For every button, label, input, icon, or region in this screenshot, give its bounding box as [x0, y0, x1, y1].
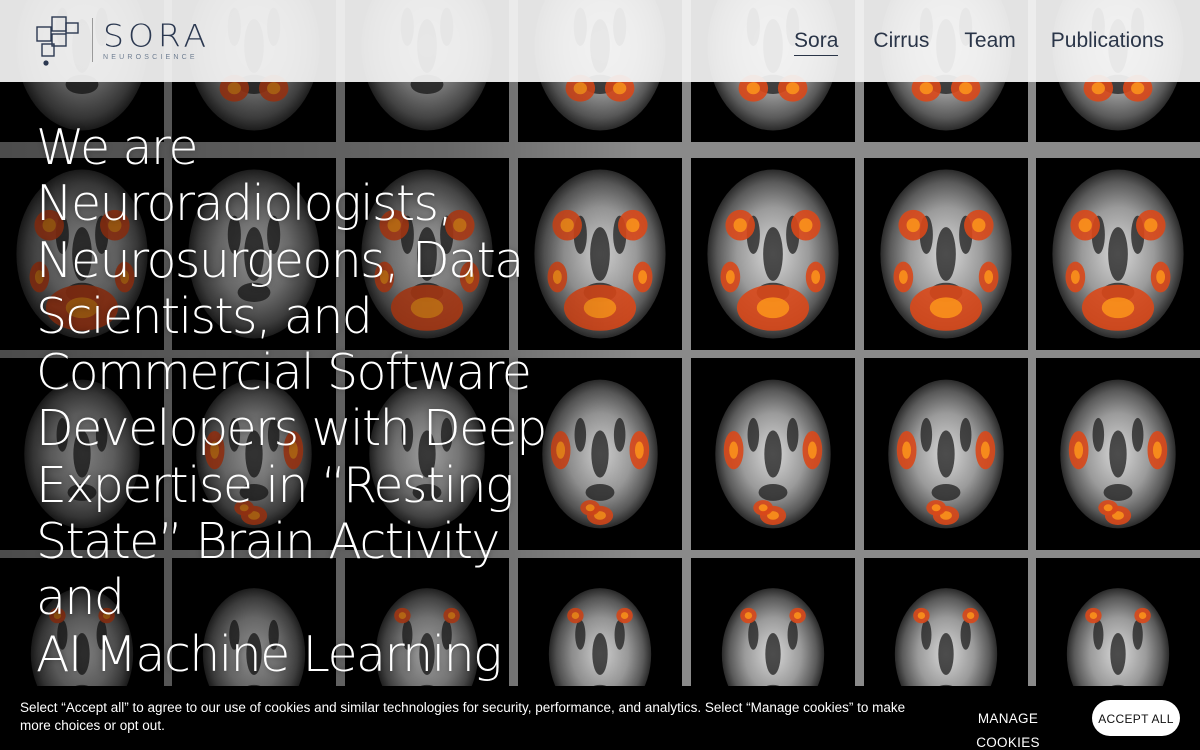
main-nav: Sora Cirrus Team Publications [794, 28, 1164, 56]
logo-wordmark: SORA [103, 16, 211, 54]
cookie-banner-text: Select “Accept all” to agree to our use … [20, 700, 906, 733]
brain-scan-tile [1036, 358, 1200, 550]
accept-all-button[interactable]: ACCEPT ALL [1092, 700, 1180, 736]
logo-subtitle: NEUROSCIENCE [103, 53, 198, 61]
logo-text: SORA NEUROSCIENCE [103, 16, 211, 61]
nav-link-cirrus[interactable]: Cirrus [873, 28, 929, 56]
logo-divider [92, 18, 93, 62]
logo-mark-icon [36, 16, 79, 66]
nav-link-publications[interactable]: Publications [1051, 28, 1164, 56]
brain-scan-tile [864, 158, 1028, 350]
site-header: SORA NEUROSCIENCE Sora Cirrus Team Publi… [0, 0, 1200, 82]
cookie-banner: Select “Accept all” to agree to our use … [0, 686, 1200, 750]
hero-headline: We are Neuroradiologists, Neurosurgeons,… [36, 119, 547, 683]
brain-scan-tile [864, 358, 1028, 550]
nav-link-sora[interactable]: Sora [794, 28, 839, 56]
brain-scan-tile [1036, 158, 1200, 350]
nav-link-team[interactable]: Team [964, 28, 1015, 56]
brain-scan-tile [691, 358, 855, 550]
sora-logo[interactable]: SORA NEUROSCIENCE [34, 14, 210, 66]
page: SORA NEUROSCIENCE Sora Cirrus Team Publi… [0, 0, 1200, 750]
manage-cookies-button[interactable]: MANAGE COOKIES [940, 706, 1076, 750]
brain-scan-tile [691, 158, 855, 350]
